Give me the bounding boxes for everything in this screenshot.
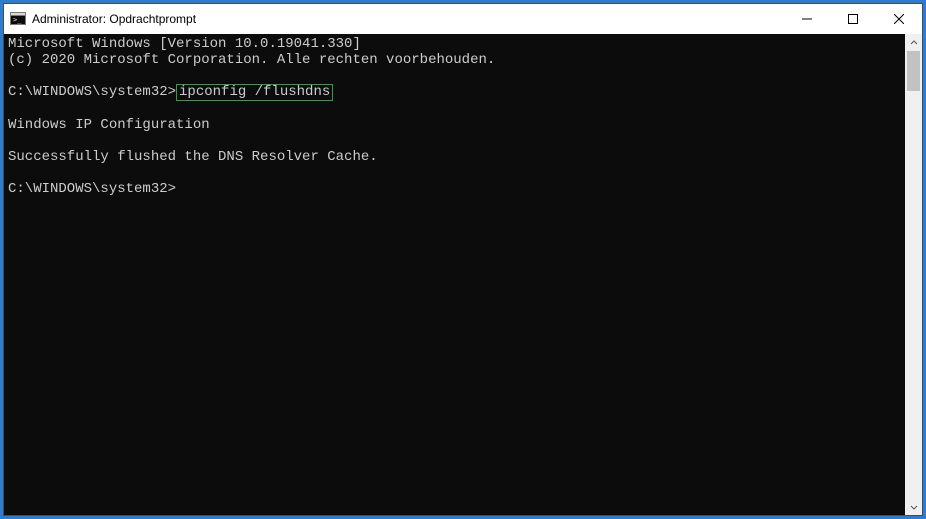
scroll-down-arrow-icon[interactable]: [905, 498, 922, 515]
prompt-path-2: C:\WINDOWS\system32>: [8, 181, 176, 197]
ipconfig-header: Windows IP Configuration: [8, 117, 210, 133]
entered-command: ipconfig /flushdns: [176, 84, 333, 101]
vertical-scrollbar[interactable]: [905, 34, 922, 515]
scroll-up-arrow-icon[interactable]: [905, 34, 922, 51]
cmd-icon: >_: [10, 11, 26, 27]
window-controls: [784, 4, 922, 34]
window-title: Administrator: Opdrachtprompt: [32, 12, 196, 26]
prompt-path: C:\WINDOWS\system32>: [8, 84, 176, 100]
copyright-line: (c) 2020 Microsoft Corporation. Alle rec…: [8, 52, 495, 68]
version-line: Microsoft Windows [Version 10.0.19041.33…: [8, 36, 361, 52]
command-prompt-window: >_ Administrator: Opdrachtprompt Microso…: [3, 3, 923, 516]
terminal-output[interactable]: Microsoft Windows [Version 10.0.19041.33…: [4, 34, 905, 515]
minimize-button[interactable]: [784, 4, 830, 34]
scrollbar-track[interactable]: [905, 51, 922, 498]
flush-result: Successfully flushed the DNS Resolver Ca…: [8, 149, 378, 165]
scrollbar-thumb[interactable]: [907, 51, 920, 91]
maximize-button[interactable]: [830, 4, 876, 34]
close-button[interactable]: [876, 4, 922, 34]
titlebar[interactable]: >_ Administrator: Opdrachtprompt: [4, 4, 922, 34]
svg-text:>_: >_: [13, 16, 22, 24]
terminal-area: Microsoft Windows [Version 10.0.19041.33…: [4, 34, 922, 515]
